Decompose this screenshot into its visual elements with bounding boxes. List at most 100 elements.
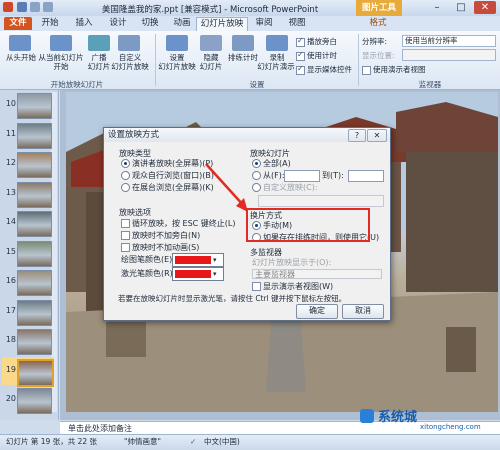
slide-thumbnail-item[interactable]: 12 [2,150,54,178]
slide-number: 10 [5,99,16,108]
tab-file[interactable]: 文件 [4,17,32,30]
show-on-label: 显示位置: [362,51,395,60]
presenter-view-dialog-checkbox[interactable]: 显示演示者视图(W) [252,282,333,292]
rehearse-timings-button[interactable]: 排练计时 [223,53,263,62]
slide-thumbnail-image [17,122,52,149]
slide-thumbnail-image [17,152,52,178]
multi-monitor-section-label: 多监视器 [250,248,282,257]
record-show-icon[interactable] [266,35,288,51]
maximize-button[interactable]: □ [450,1,472,14]
slides-to-field[interactable] [348,170,384,182]
slides-to-label: 到(T): [322,171,344,180]
hide-slide-icon[interactable] [200,35,222,51]
close-button[interactable]: ✕ [474,1,496,14]
slide-thumbnail-item[interactable]: 13 [2,180,54,208]
no-narration-label: 放映时不加旁白(N) [132,231,201,240]
setup-show-button-line2[interactable]: 幻灯片放映 [157,62,197,71]
custom-show-icon[interactable] [118,35,140,51]
tab-review[interactable]: 审阅 [250,17,278,30]
tab-insert[interactable]: 插入 [70,17,98,30]
show-on-dropdown[interactable] [402,49,496,61]
slide-number: 20 [5,394,16,403]
slide-thumbnail-item[interactable]: 19 [2,356,54,387]
slide-thumbnail-image [17,388,52,414]
use-timings-checkbox[interactable]: 使用计时 [296,50,337,61]
tab-view[interactable]: 视图 [283,17,311,30]
cancel-button[interactable]: 取消 [342,304,384,319]
slide-thumbnail-item[interactable]: 20 [2,386,54,414]
slide-thumbnail-item[interactable]: 11 [2,121,54,149]
dialog-help-button[interactable]: ? [348,129,366,142]
display-on-dropdown[interactable]: 主要监视器 [252,269,382,279]
undo-icon[interactable] [30,2,40,12]
tab-format[interactable]: 格式 [362,17,394,30]
group-monitors-label: 监视器 [418,80,442,89]
slide-thumbnail-item[interactable]: 15 [2,239,54,267]
tab-slideshow[interactable]: 幻灯片放映 [196,17,248,31]
tab-transitions[interactable]: 切换 [136,17,164,30]
checkbox-unchecked-icon [362,65,371,75]
custom-show-button-line2[interactable]: 幻灯片放映 [110,62,150,71]
custom-show-dropdown[interactable] [258,195,384,207]
setup-show-icon[interactable] [166,35,188,51]
record-show-button-line2[interactable]: 幻灯片演示 [250,62,302,71]
slide-thumbnail-item[interactable]: 14 [2,209,54,237]
play-narration-checkbox[interactable]: 播放旁白 [296,36,337,47]
tab-animations[interactable]: 动画 [168,17,196,30]
laser-color-picker[interactable]: ▾ [172,267,224,281]
language-indicator[interactable]: 中文(中国) [204,435,240,449]
rehearse-timings-icon[interactable] [232,35,254,51]
from-beginning-button[interactable]: 从头开始 [2,53,40,62]
checkbox-checked-icon [296,64,305,75]
spell-check-icon[interactable]: ✓ [190,435,196,449]
no-animation-checkbox[interactable]: 放映时不加动画(S) [121,243,199,253]
tab-home[interactable]: 开始 [36,17,64,30]
window-title: 美国隆盖我的家.ppt [兼容模式] - Microsoft PowerPoin… [101,5,319,15]
slide-thumbnail-item[interactable]: 10 [2,91,54,119]
record-show-button[interactable]: 录制 [264,53,290,62]
slides-from-field[interactable] [284,170,320,182]
dialog-close-button[interactable]: ✕ [367,129,387,142]
resolution-dropdown[interactable]: 使用当前分辨率 [402,35,496,47]
status-bar: 幻灯片 第 19 张，共 22 张 "帅情画意" ✓ 中文(中国) [0,434,500,450]
from-current-button-line2[interactable]: 开始 [36,62,86,71]
slide-thumbnail-item[interactable]: 17 [2,298,54,326]
slides-custom-radio[interactable]: 自定义放映(C): [252,183,318,193]
custom-show-button[interactable]: 自定义 [110,53,150,62]
laser-color-label: 激光笔颜色(R): [121,269,176,278]
no-animation-label: 放映时不加动画(S) [132,243,200,252]
watermark-logo-icon [360,409,374,423]
no-narration-checkbox[interactable]: 放映时不加旁白(N) [121,231,200,241]
slide-thumbnail-image [17,240,52,267]
slide-number: 16 [5,276,16,285]
ok-button[interactable]: 确定 [296,304,338,319]
save-icon[interactable] [17,2,27,12]
show-media-controls-checkbox[interactable]: 显示媒体控件 [296,64,352,75]
slide-number: 14 [5,217,16,226]
presenter-view-checkbox[interactable]: 使用演示者视图 [362,64,426,75]
from-current-button[interactable]: 从当前幻灯片 [36,53,86,62]
powerpoint-logo-icon [3,2,13,12]
slides-all-label: 全部(A) [263,159,291,168]
from-current-icon[interactable] [50,35,72,51]
show-slides-section-label: 放映幻灯片 [250,149,290,158]
slide-thumbnail-item[interactable]: 16 [2,268,54,296]
slide-number: 13 [5,187,16,197]
setup-show-button[interactable]: 设置 [157,53,197,62]
minimize-button[interactable]: – [426,1,448,14]
tab-design[interactable]: 设计 [104,17,132,30]
theme-name: "帅情画意" [124,437,161,446]
slide-thumbnail-item[interactable]: 18 [2,327,54,355]
title-bar: 美国隆盖我的家.ppt [兼容模式] - Microsoft PowerPoin… [0,0,500,17]
redo-icon[interactable] [43,2,53,12]
broadcast-icon[interactable] [88,35,110,51]
show-options-section-label: 放映选项 [119,208,151,217]
slide-thumbnail-image [17,211,52,237]
display-on-label: 幻灯片放映显示于(O): [252,258,332,267]
checkbox-unchecked-icon [121,243,130,252]
annotation-highlight-box [246,208,370,242]
use-timings-label: 使用计时 [307,51,337,60]
hide-slide-button-line2[interactable]: 幻灯片 [193,62,229,71]
from-beginning-icon[interactable] [9,35,31,51]
pen-color-picker[interactable]: ▾ [172,253,224,267]
